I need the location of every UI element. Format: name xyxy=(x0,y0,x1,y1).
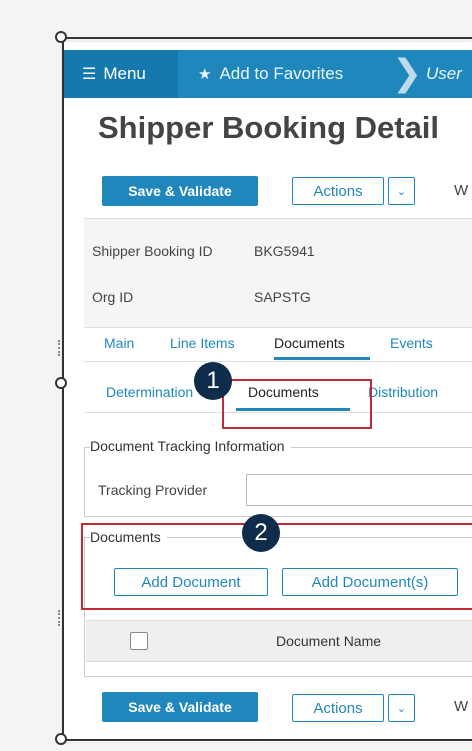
tracking-provider-input[interactable] xyxy=(246,474,472,506)
chevron-down-icon: ⌄ xyxy=(396,185,407,198)
tab-line-items[interactable]: Line Items xyxy=(170,335,235,351)
actions-dropdown-button[interactable]: ⌄ xyxy=(388,177,415,205)
save-validate-button[interactable]: Save & Validate xyxy=(102,176,258,206)
tracking-provider-label: Tracking Provider xyxy=(98,482,208,498)
booking-info-box: Shipper Booking ID BKG5941 Org ID SAPSTG xyxy=(84,218,472,328)
chevron-down-icon: ⌄ xyxy=(396,702,407,715)
active-tab-indicator xyxy=(274,357,370,360)
toolbar-truncated-text: W xyxy=(454,182,469,199)
documents-table-header: Document Name xyxy=(86,620,472,662)
star-icon: ★ xyxy=(198,66,212,83)
booking-id-label: Shipper Booking ID xyxy=(92,243,213,259)
org-id-label: Org ID xyxy=(92,289,134,305)
tab-documents[interactable]: Documents xyxy=(274,335,345,351)
resize-handle-top-left[interactable] xyxy=(55,31,67,43)
tracking-legend: Document Tracking Information xyxy=(90,438,291,454)
hamburger-icon: ☰ xyxy=(82,66,97,83)
callout-badge-2: 2 xyxy=(242,514,280,552)
user-breadcrumb[interactable]: User xyxy=(426,50,462,98)
favorites-label: Add to Favorites xyxy=(219,64,344,83)
resize-dotted-mark xyxy=(58,610,61,626)
app-panel: ☰ Menu ★ Add to Favorites ❯ User Shipper… xyxy=(62,42,472,742)
org-id-value: SAPSTG xyxy=(254,289,311,305)
selection-frame-left xyxy=(62,37,64,741)
subtab-determination[interactable]: Determination xyxy=(106,384,193,400)
resize-dotted-mark xyxy=(58,340,61,356)
tab-events[interactable]: Events xyxy=(390,335,433,351)
selection-frame-bottom xyxy=(62,739,472,741)
tab-main[interactable]: Main xyxy=(104,335,134,351)
add-document-button[interactable]: Add Document xyxy=(114,568,268,596)
bottom-actions-dropdown-button[interactable]: ⌄ xyxy=(388,694,415,722)
select-all-checkbox[interactable] xyxy=(130,632,148,650)
breadcrumb-separator-icon: ❯ xyxy=(392,53,423,94)
bottom-save-validate-button[interactable]: Save & Validate xyxy=(102,692,258,722)
selection-frame-top xyxy=(62,37,472,39)
add-documents-button[interactable]: Add Document(s) xyxy=(282,568,458,596)
add-to-favorites-button[interactable]: ★ Add to Favorites xyxy=(198,50,343,98)
actions-button[interactable]: Actions xyxy=(292,177,384,205)
booking-id-value: BKG5941 xyxy=(254,243,315,259)
resize-handle-bottom-left[interactable] xyxy=(55,733,67,745)
column-document-name: Document Name xyxy=(276,633,382,649)
menu-button[interactable]: ☰ Menu xyxy=(62,50,178,98)
subtab-distribution[interactable]: Distribution xyxy=(368,384,438,400)
bottom-actions-button[interactable]: Actions xyxy=(292,694,384,722)
bottom-toolbar-truncated-text: W xyxy=(454,698,469,715)
callout-badge-1: 1 xyxy=(194,362,232,400)
callout-box-1 xyxy=(222,379,372,429)
resize-handle-middle-left[interactable] xyxy=(55,377,67,389)
menu-label: Menu xyxy=(103,64,146,83)
top-nav: ☰ Menu ★ Add to Favorites ❯ User xyxy=(62,50,472,98)
page-title: Shipper Booking Detail xyxy=(98,110,440,145)
main-tabs: Main Line Items Documents Events xyxy=(84,327,472,362)
